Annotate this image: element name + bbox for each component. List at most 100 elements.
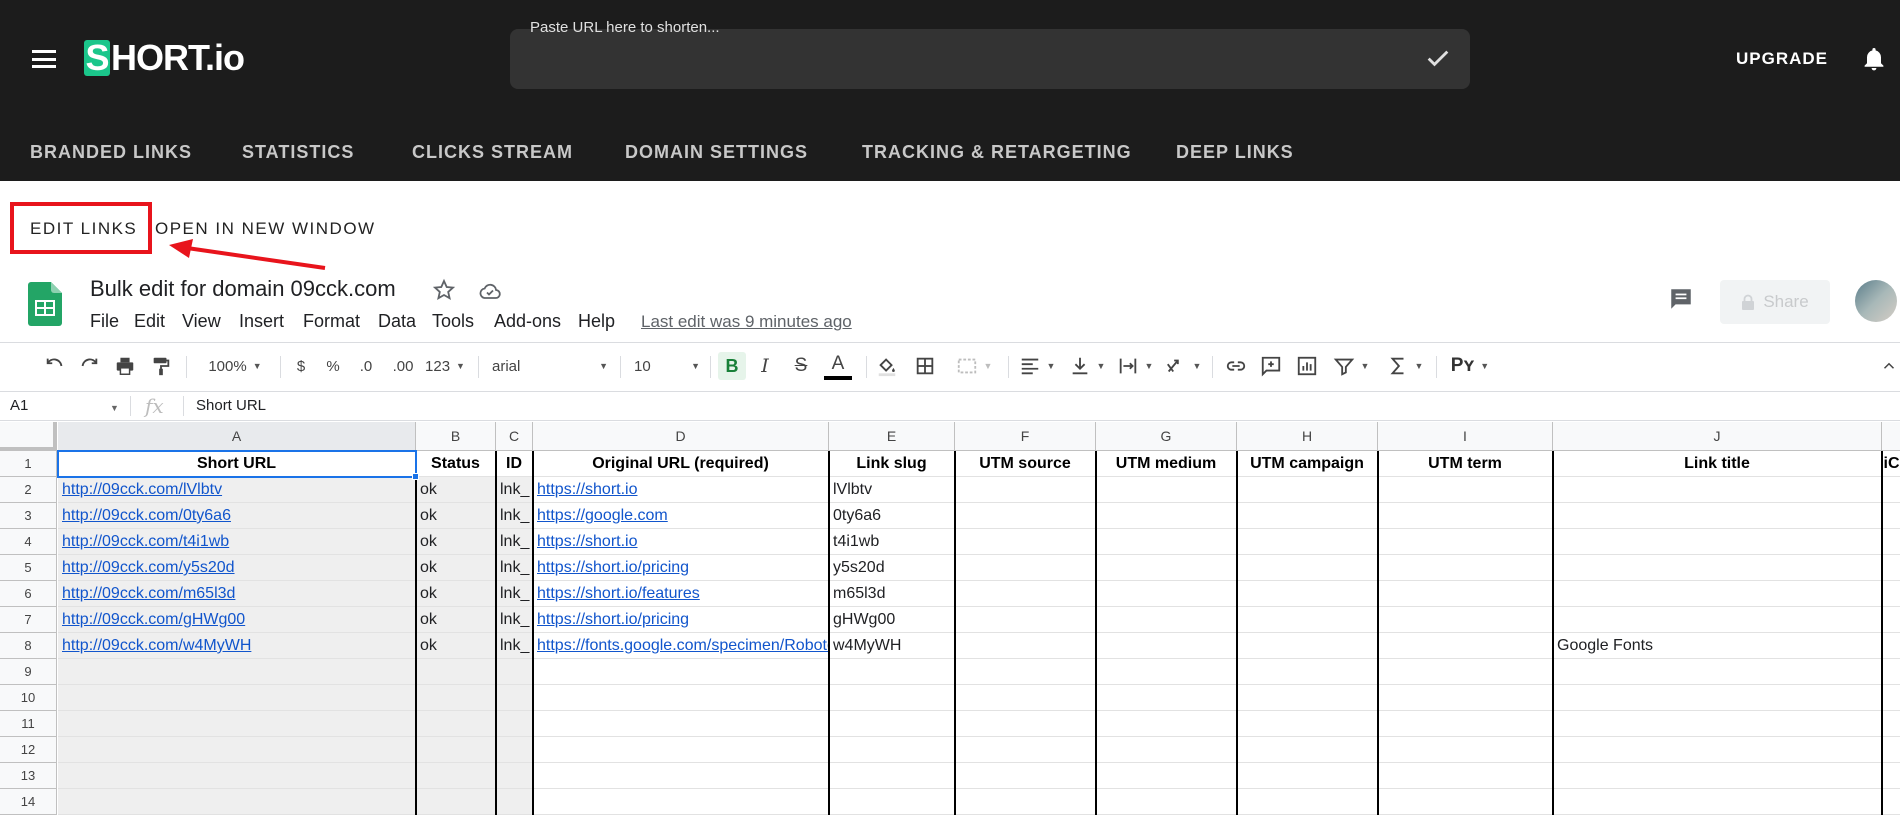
table-cell[interactable]: lnk_ — [496, 477, 533, 503]
table-cell[interactable] — [955, 555, 1096, 581]
header-cell-i[interactable]: UTM term — [1378, 451, 1553, 477]
row-header-12[interactable]: 12 — [0, 737, 57, 763]
filter-icon[interactable]: ▼ — [1330, 352, 1372, 380]
table-cell[interactable] — [955, 529, 1096, 555]
menu-addons[interactable]: Add-ons — [494, 311, 561, 332]
header-cell-b[interactable]: Status — [416, 451, 496, 477]
table-cell[interactable] — [1237, 711, 1378, 737]
table-cell[interactable] — [829, 789, 955, 815]
table-cell[interactable] — [1378, 477, 1553, 503]
table-cell[interactable]: http://09cck.com/y5s20d — [58, 555, 416, 581]
table-cell[interactable] — [416, 685, 496, 711]
strikethrough-button[interactable]: S — [790, 352, 812, 380]
table-cell[interactable] — [1378, 555, 1553, 581]
table-cell[interactable] — [1237, 555, 1378, 581]
google-sheets-icon[interactable] — [28, 282, 62, 326]
table-cell[interactable] — [1882, 685, 1900, 711]
header-cell-h[interactable]: UTM campaign — [1237, 451, 1378, 477]
table-cell[interactable] — [1237, 763, 1378, 789]
merge-cells-icon[interactable]: ▼ — [950, 352, 998, 380]
table-cell[interactable]: lnk_ — [496, 503, 533, 529]
table-cell[interactable] — [416, 763, 496, 789]
cloud-saved-icon[interactable] — [478, 280, 502, 302]
column-header-e[interactable]: E — [829, 422, 955, 451]
table-cell[interactable] — [1237, 607, 1378, 633]
table-cell[interactable]: ok — [416, 633, 496, 659]
undo-icon[interactable] — [42, 352, 68, 380]
table-cell[interactable] — [416, 737, 496, 763]
row-header-4[interactable]: 4 — [0, 529, 57, 555]
table-cell[interactable] — [1882, 789, 1900, 815]
italic-button[interactable]: I — [754, 352, 776, 380]
table-cell[interactable] — [829, 659, 955, 685]
table-cell[interactable] — [496, 763, 533, 789]
table-cell[interactable] — [1237, 737, 1378, 763]
percent-format-button[interactable]: % — [322, 352, 344, 380]
column-header-h[interactable]: H — [1237, 422, 1378, 451]
column-header-i[interactable]: I — [1378, 422, 1553, 451]
menu-icon[interactable] — [32, 50, 56, 68]
header-cell-j[interactable]: Link title — [1553, 451, 1882, 477]
table-cell[interactable] — [416, 789, 496, 815]
table-cell[interactable] — [1096, 477, 1237, 503]
table-cell[interactable] — [1096, 503, 1237, 529]
row-header-14[interactable]: 14 — [0, 789, 57, 815]
nav-clicks-stream[interactable]: CLICKS STREAM — [412, 142, 573, 163]
nav-statistics[interactable]: STATISTICS — [242, 142, 354, 163]
fill-color-icon[interactable] — [874, 352, 900, 380]
table-cell[interactable] — [1378, 685, 1553, 711]
table-cell[interactable]: lnk_ — [496, 607, 533, 633]
table-cell[interactable] — [829, 737, 955, 763]
table-cell[interactable]: m65l3d — [829, 581, 955, 607]
table-cell[interactable] — [1378, 581, 1553, 607]
header-cell-k[interactable]: iC — [1882, 451, 1900, 477]
table-cell[interactable]: http://09cck.com/0ty6a6 — [58, 503, 416, 529]
table-cell[interactable] — [58, 659, 416, 685]
document-title[interactable]: Bulk edit for domain 09cck.com — [90, 276, 396, 302]
select-all-corner[interactable] — [0, 422, 57, 451]
fill-handle[interactable] — [412, 473, 419, 480]
table-cell[interactable] — [1553, 711, 1882, 737]
table-cell[interactable] — [58, 685, 416, 711]
table-cell[interactable]: http://09cck.com/gHWg00 — [58, 607, 416, 633]
upgrade-button[interactable]: UPGRADE — [1736, 49, 1828, 69]
table-cell[interactable]: lnk_ — [496, 529, 533, 555]
menu-insert[interactable]: Insert — [239, 311, 284, 332]
row-header-5[interactable]: 5 — [0, 555, 57, 581]
table-cell[interactable] — [1096, 763, 1237, 789]
table-cell[interactable]: http://09cck.com/lVlbtv — [58, 477, 416, 503]
table-cell[interactable] — [1096, 711, 1237, 737]
check-icon[interactable] — [1424, 44, 1452, 72]
table-cell[interactable] — [955, 763, 1096, 789]
table-cell[interactable] — [1096, 555, 1237, 581]
table-cell[interactable] — [1553, 737, 1882, 763]
table-cell[interactable] — [1096, 529, 1237, 555]
table-cell[interactable] — [1237, 581, 1378, 607]
table-cell[interactable] — [496, 789, 533, 815]
table-cell[interactable] — [1553, 763, 1882, 789]
table-cell[interactable] — [1882, 581, 1900, 607]
table-cell[interactable] — [1553, 477, 1882, 503]
table-cell[interactable] — [1553, 529, 1882, 555]
menu-file[interactable]: File — [90, 311, 119, 332]
table-cell[interactable] — [533, 659, 829, 685]
table-cell[interactable] — [1378, 607, 1553, 633]
table-cell[interactable] — [496, 685, 533, 711]
table-cell[interactable] — [533, 711, 829, 737]
nav-branded-links[interactable]: BRANDED LINKS — [30, 142, 192, 163]
table-cell[interactable] — [1378, 737, 1553, 763]
menu-help[interactable]: Help — [578, 311, 615, 332]
column-header-f[interactable]: F — [955, 422, 1096, 451]
input-tools-button[interactable]: Pʏ ▼ — [1446, 352, 1494, 380]
table-cell[interactable]: lVlbtv — [829, 477, 955, 503]
table-cell[interactable] — [955, 711, 1096, 737]
table-cell[interactable] — [1096, 633, 1237, 659]
edit-links-button[interactable]: EDIT LINKS — [30, 219, 137, 239]
row-header-9[interactable]: 9 — [0, 659, 57, 685]
table-cell[interactable]: ok — [416, 503, 496, 529]
table-cell[interactable]: y5s20d — [829, 555, 955, 581]
menu-tools[interactable]: Tools — [432, 311, 474, 332]
more-formats-button[interactable]: 123 ▼ — [424, 352, 466, 380]
table-cell[interactable] — [1553, 503, 1882, 529]
row-header-7[interactable]: 7 — [0, 607, 57, 633]
